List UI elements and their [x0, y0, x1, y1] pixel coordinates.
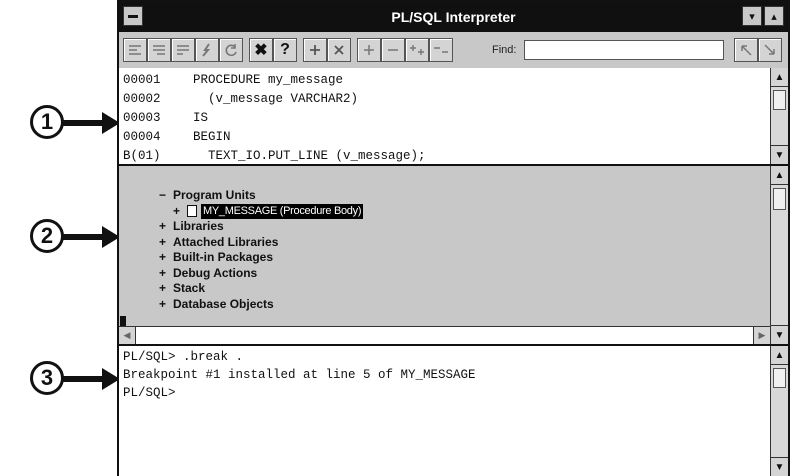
step-out-icon[interactable]	[171, 38, 195, 62]
scroll-thumb[interactable]	[773, 188, 786, 210]
scroll-down-arrow-icon[interactable]: ▼	[771, 325, 788, 344]
console-line: PL/SQL>	[123, 386, 176, 400]
source-code[interactable]: 00001 PROCEDURE my_message 00002 (v_messag…	[119, 68, 770, 164]
tree-node-program-units[interactable]: − Program Units	[159, 188, 363, 204]
expand-node-icon[interactable]: +	[159, 250, 173, 266]
line-number: 00004	[123, 130, 161, 144]
console-line: PL/SQL> .break .	[123, 350, 244, 364]
tree-node-debug-actions[interactable]: + Debug Actions	[159, 266, 363, 282]
expand-node-icon[interactable]: +	[173, 204, 187, 220]
collapse-all-icon[interactable]	[429, 38, 453, 62]
console-output[interactable]: PL/SQL> .break . Breakpoint #1 installed …	[119, 346, 770, 476]
code-line: 00002 (v_message VARCHAR2)	[123, 90, 770, 109]
scroll-up-arrow-icon[interactable]: ▲	[771, 166, 788, 185]
tree-node-label: Libraries	[173, 219, 224, 233]
collapse-node-icon[interactable]: −	[159, 188, 173, 204]
callout-2: 2	[30, 218, 120, 258]
line-number: B(01)	[123, 149, 161, 163]
help-icon[interactable]: ?	[273, 38, 297, 62]
scroll-right-arrow-icon[interactable]: ▶	[753, 327, 770, 344]
expand-node-icon[interactable]: +	[159, 297, 173, 313]
go-icon[interactable]	[195, 38, 219, 62]
tree-node-my-message[interactable]: + MY_MESSAGE (Procedure Body)	[159, 203, 364, 220]
source-vertical-scrollbar[interactable]: ▲ ▼	[770, 68, 788, 164]
callout-3: 3	[30, 360, 120, 400]
code-text: IS	[193, 111, 209, 125]
code-text: (v_message VARCHAR2)	[193, 92, 359, 106]
tree-node-label: Attached Libraries	[173, 234, 279, 249]
interpreter-console-pane: PL/SQL> .break . Breakpoint #1 installed …	[119, 346, 788, 476]
code-line: 00004 BEGIN	[123, 128, 770, 147]
expand-node-icon[interactable]: +	[159, 281, 173, 297]
code-text: BEGIN	[193, 130, 231, 144]
tree-node-database-objects[interactable]: + Database Objects	[159, 297, 363, 313]
expand-node-icon[interactable]: +	[159, 235, 173, 251]
tree-node-label: Database Objects	[173, 296, 274, 311]
tree-node-label: Built-in Packages	[173, 250, 274, 264]
tree-node-label-selected: MY_MESSAGE (Procedure Body)	[201, 203, 364, 219]
procedure-icon	[187, 205, 197, 218]
callout-number: 3	[30, 361, 64, 395]
object-navigator-pane: − Program Units + MY_MESSAGE (Procedure …	[119, 166, 788, 346]
tree-node-stack[interactable]: + Stack	[159, 281, 363, 297]
close-icon[interactable]: ✖	[249, 38, 273, 62]
break-icon[interactable]	[303, 38, 327, 62]
find-next-icon[interactable]	[758, 38, 782, 62]
window-title: PL/SQL Interpreter	[391, 9, 516, 25]
find-input[interactable]	[524, 40, 724, 60]
tree-node-label: Program Units	[173, 188, 256, 202]
maximize-button[interactable]: ▴	[764, 6, 784, 26]
find-prev-icon[interactable]	[734, 38, 758, 62]
navigator-horizontal-scrollbar[interactable]: ◀ ▶	[119, 326, 770, 344]
code-line: B(01) TEXT_IO.PUT_LINE (v_message);	[123, 147, 770, 166]
expand-node-icon[interactable]: +	[159, 219, 173, 235]
step-over-icon[interactable]	[147, 38, 171, 62]
navigator-tree: − Program Units + MY_MESSAGE (Procedure …	[159, 188, 364, 313]
tree-node-label: Debug Actions	[173, 265, 258, 280]
source-pane: 00001 PROCEDURE my_message 00002 (v_messag…	[119, 68, 788, 166]
scroll-thumb[interactable]	[773, 90, 786, 110]
line-number: 00002	[123, 92, 161, 106]
find-label: Find:	[492, 44, 517, 56]
callout-arrow-shaft	[63, 376, 106, 382]
step-into-icon[interactable]	[123, 38, 147, 62]
tree-node-built-in-packages[interactable]: + Built-in Packages	[159, 250, 363, 266]
code-line: 00003 IS	[123, 109, 770, 128]
line-number: 00003	[123, 111, 161, 125]
code-text: PROCEDURE my_message	[193, 73, 344, 87]
scroll-left-arrow-icon[interactable]: ◀	[119, 327, 136, 344]
callout-arrow-shaft	[63, 234, 106, 240]
callout-1: 1	[30, 104, 120, 144]
scroll-down-arrow-icon[interactable]: ▼	[771, 457, 788, 476]
remove-break-icon[interactable]	[327, 38, 351, 62]
code-line: 00001 PROCEDURE my_message	[123, 71, 770, 90]
pane-corner-marker	[120, 316, 126, 326]
plsql-interpreter-window: PL/SQL Interpreter ▾ ▴ ✖ ? Find: 00001 P…	[117, 0, 790, 476]
tree-node-label: Stack	[173, 281, 206, 295]
scroll-up-arrow-icon[interactable]: ▲	[771, 68, 788, 87]
console-vertical-scrollbar[interactable]: ▲ ▼	[770, 346, 788, 476]
expand-all-icon[interactable]	[405, 38, 429, 62]
code-text: TEXT_IO.PUT_LINE (v_message);	[193, 149, 426, 163]
line-number: 00001	[123, 73, 161, 87]
expand-node-icon[interactable]: +	[159, 266, 173, 282]
toolbar: ✖ ? Find:	[119, 32, 788, 70]
callout-number: 2	[30, 219, 64, 253]
reset-icon[interactable]	[219, 38, 243, 62]
collapse-icon[interactable]	[381, 38, 405, 62]
navigator-vertical-scrollbar[interactable]: ▲ ▼	[770, 166, 788, 344]
scroll-up-arrow-icon[interactable]: ▲	[771, 346, 788, 365]
console-line: Breakpoint #1 installed at line 5 of MY_…	[123, 368, 476, 382]
scroll-thumb[interactable]	[773, 368, 786, 388]
expand-icon[interactable]	[357, 38, 381, 62]
minimize-button[interactable]: ▾	[742, 6, 762, 26]
scroll-down-arrow-icon[interactable]: ▼	[771, 145, 788, 164]
title-bar[interactable]: PL/SQL Interpreter ▾ ▴	[119, 2, 788, 32]
callout-number: 1	[30, 105, 64, 139]
callout-arrow-shaft	[63, 120, 106, 126]
tree-node-libraries[interactable]: + Libraries	[159, 219, 363, 235]
tree-node-attached-libraries[interactable]: + Attached Libraries	[159, 235, 363, 251]
